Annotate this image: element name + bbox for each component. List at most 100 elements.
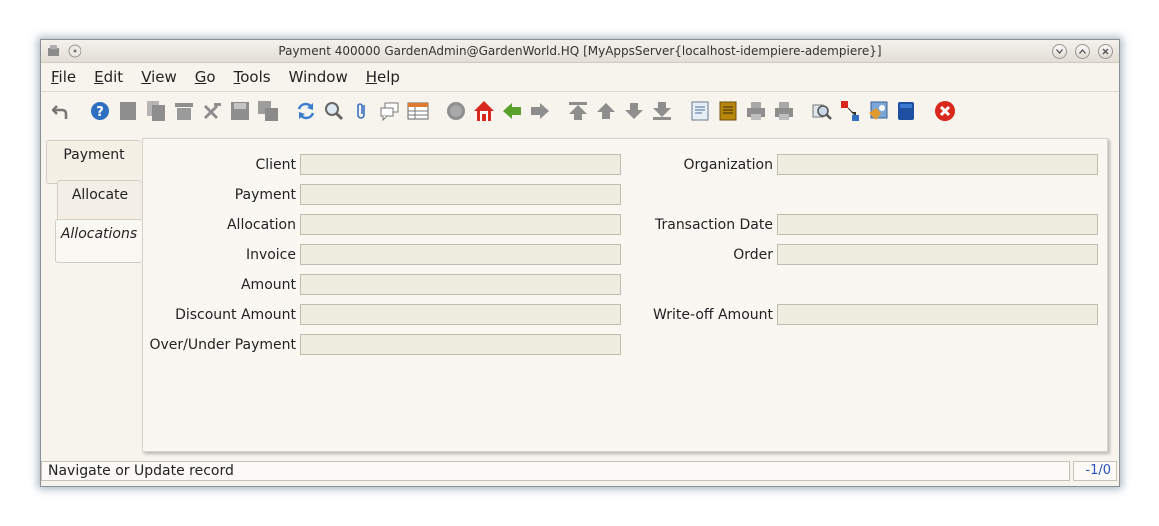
request-button[interactable]	[839, 100, 861, 122]
first-record-icon	[569, 102, 587, 120]
last-record-icon	[653, 102, 671, 120]
chat-button[interactable]	[379, 100, 401, 122]
payment-field[interactable]	[300, 184, 621, 205]
save-and-create-button[interactable]	[257, 100, 279, 122]
previous-record-button[interactable]	[595, 100, 617, 122]
workflow-icon	[898, 102, 914, 120]
tab-allocate[interactable]: Allocate	[57, 180, 142, 222]
next-record-button[interactable]	[623, 100, 645, 122]
menu-view-label: iew	[151, 68, 177, 86]
tab-allocations-label: Allocations	[60, 226, 138, 242]
allocation-field[interactable]	[300, 214, 621, 235]
help-icon: ?	[91, 102, 109, 120]
save-icon	[231, 102, 249, 120]
close-window-button[interactable]	[1098, 44, 1113, 59]
delete-button[interactable]	[173, 100, 195, 122]
report-icon	[691, 101, 709, 121]
menu-tools[interactable]: Tools	[224, 68, 279, 86]
home-button[interactable]	[473, 100, 495, 122]
archived-documents-button[interactable]	[717, 100, 739, 122]
refresh-icon	[297, 102, 315, 120]
menu-view[interactable]: View	[131, 68, 185, 86]
print-preview-icon	[747, 102, 765, 120]
title-bar: Payment 400000 GardenAdmin@GardenWorld.H…	[41, 40, 1119, 63]
discount-amount-field[interactable]	[300, 304, 621, 325]
organization-field[interactable]	[777, 154, 1098, 175]
minimize-button[interactable]	[1052, 44, 1067, 59]
delete-icon	[175, 103, 193, 120]
save-button[interactable]	[229, 100, 251, 122]
next-record-icon	[625, 103, 643, 119]
allocation-label: Allocation	[226, 217, 296, 233]
last-record-button[interactable]	[651, 100, 673, 122]
record-count[interactable]: -1/0	[1073, 461, 1117, 481]
grid-toggle-button[interactable]	[407, 100, 429, 122]
writeoff-amount-label: Write-off Amount	[653, 307, 773, 323]
product-info-button[interactable]	[867, 100, 889, 122]
client-label: Client	[255, 157, 296, 173]
parent-record-button[interactable]	[501, 100, 523, 122]
over-under-payment-field[interactable]	[300, 334, 621, 355]
find-button[interactable]	[323, 100, 345, 122]
parent-record-icon	[503, 103, 521, 119]
copy-record-button[interactable]	[145, 100, 167, 122]
invoice-field[interactable]	[300, 244, 621, 265]
undo-button[interactable]	[50, 100, 72, 122]
new-record-icon	[120, 102, 136, 120]
status-bar: Navigate or Update record	[41, 461, 1070, 481]
print-preview-button[interactable]	[745, 100, 767, 122]
end-window-icon	[935, 101, 955, 121]
attachment-icon	[357, 103, 365, 119]
zoom-across-button[interactable]	[811, 100, 833, 122]
detail-record-icon	[531, 103, 549, 119]
menu-edit[interactable]: Edit	[84, 68, 131, 86]
transaction-date-field[interactable]	[777, 214, 1098, 235]
request-icon	[841, 101, 859, 121]
over-under-payment-label: Over/Under Payment	[149, 337, 296, 353]
record-form: Client Payment Allocation Invoice Amount…	[142, 138, 1108, 452]
tab-allocations[interactable]: Allocations	[55, 219, 142, 263]
client-field[interactable]	[300, 154, 621, 175]
transaction-date-label: Transaction Date	[654, 217, 773, 233]
delete-selection-button[interactable]	[201, 100, 223, 122]
first-record-button[interactable]	[567, 100, 589, 122]
amount-field[interactable]	[300, 274, 621, 295]
detail-record-button[interactable]	[529, 100, 551, 122]
menu-tools-label: ools	[240, 68, 271, 86]
menu-file[interactable]: File	[41, 68, 84, 86]
history-icon	[447, 102, 465, 120]
help-button[interactable]: ?	[89, 100, 111, 122]
end-window-button[interactable]	[934, 100, 956, 122]
product-info-icon	[869, 101, 888, 120]
print-button[interactable]	[773, 100, 795, 122]
tab-payment[interactable]: Payment	[46, 140, 141, 184]
refresh-button[interactable]	[295, 100, 317, 122]
attachment-button[interactable]	[351, 100, 373, 122]
undo-icon	[52, 105, 68, 119]
organization-label: Organization	[683, 157, 773, 173]
writeoff-amount-field[interactable]	[777, 304, 1098, 325]
payment-label: Payment	[234, 187, 296, 203]
new-record-button[interactable]	[117, 100, 139, 122]
previous-record-icon	[597, 103, 615, 119]
application-window: Payment 400000 GardenAdmin@GardenWorld.H…	[40, 39, 1120, 487]
tab-allocate-label: Allocate	[71, 187, 129, 203]
workflow-button[interactable]	[895, 100, 917, 122]
menu-file-label: ile	[58, 68, 77, 86]
history-button[interactable]	[445, 100, 467, 122]
menu-help-label: elp	[377, 68, 400, 86]
menu-go[interactable]: Go	[185, 68, 224, 86]
menu-bar: File Edit View Go Tools Window Help	[41, 63, 1119, 92]
report-button[interactable]	[689, 100, 711, 122]
menu-window[interactable]: Window	[279, 68, 356, 86]
order-field[interactable]	[777, 244, 1098, 265]
archived-documents-icon	[719, 101, 737, 121]
maximize-icon	[1079, 49, 1086, 54]
chat-icon	[380, 102, 399, 121]
zoom-across-icon	[812, 104, 832, 120]
menu-go-label: o	[206, 68, 216, 86]
home-icon	[474, 101, 494, 121]
maximize-button[interactable]	[1075, 44, 1090, 59]
menu-help[interactable]: Help	[356, 68, 408, 86]
status-message: Navigate or Update record	[48, 463, 234, 479]
